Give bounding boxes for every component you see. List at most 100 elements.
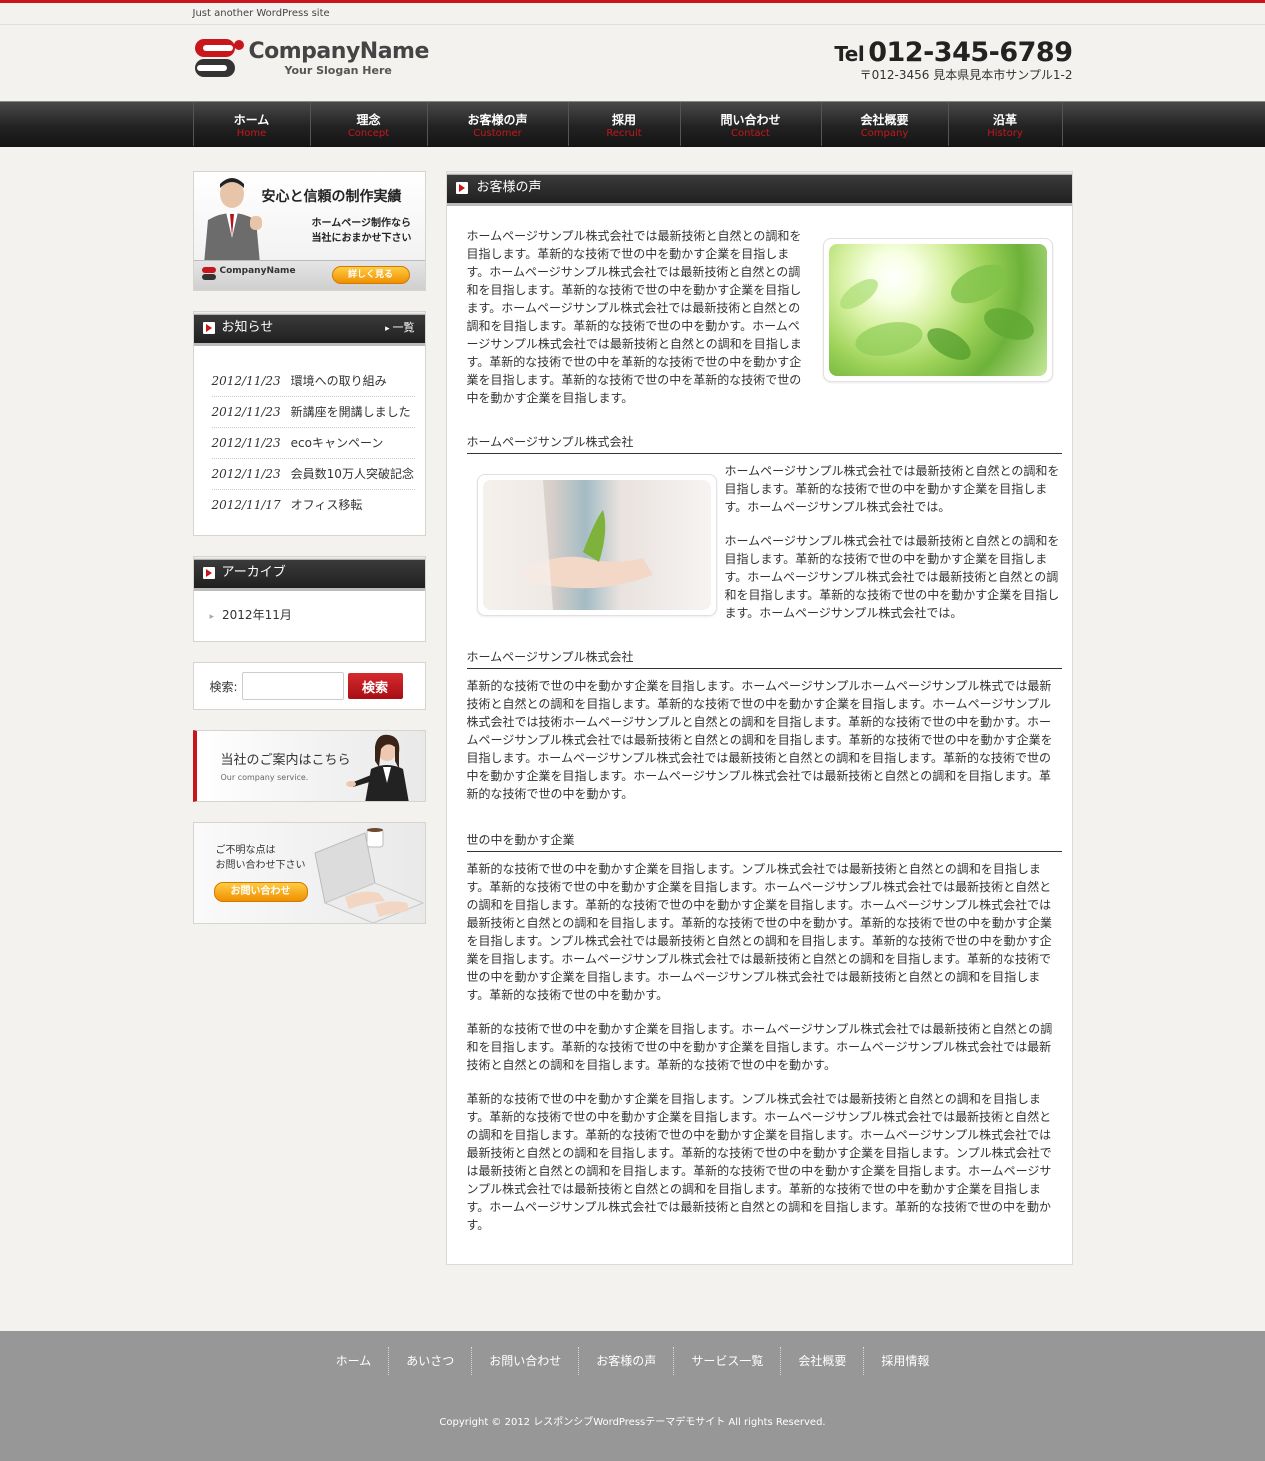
arrow-right-icon	[455, 182, 468, 194]
arrow-right-icon	[202, 567, 215, 579]
news-title: オフィス移転	[290, 498, 363, 512]
tel-label: Tel	[834, 42, 865, 66]
footer-link-contact[interactable]: お問い合わせ	[472, 1347, 580, 1375]
news-widget: お知らせ 一覧 2012/11/23 環境への取り組み 2012/11/23 新講座…	[192, 311, 426, 536]
archive-item[interactable]: 2012年11月	[210, 605, 415, 627]
laptop-typing-image	[313, 828, 424, 923]
nav-item-customer[interactable]: お客様の声 Customer	[428, 102, 569, 146]
news-title: 環境への取り組み	[290, 374, 387, 388]
contact-banner-text: ご不明な点はお問い合わせ下さい	[216, 843, 306, 873]
tagline-bar: Just another WordPress site	[0, 3, 1265, 25]
section1-paragraph-2: ホームページサンプル株式会社では最新技術と自然との調和を目指します。革新的な技術…	[724, 534, 1060, 620]
nav-label: お客様の声	[467, 113, 528, 127]
search-widget: 検索: 検索	[192, 662, 426, 710]
banner-company-info[interactable]: 当社のご案内はこちら Our company service.	[192, 730, 426, 802]
news-item[interactable]: 2012/11/23 会員数10万人突破記念	[211, 459, 415, 490]
nav-sublabel: Concept	[347, 128, 390, 139]
company-banner-subtext: Our company service.	[220, 773, 309, 782]
banner-contact[interactable]: ご不明な点はお問い合わせ下さい お問い合わせ	[192, 822, 426, 924]
site-logo[interactable]: CompanyName Your Slogan Here	[193, 37, 429, 81]
page-title: お客様の声	[476, 180, 542, 195]
nav-item-recruit[interactable]: 採用 Recruit	[569, 102, 681, 146]
news-date: 2012/11/17	[211, 498, 281, 512]
footer-link-recruit[interactable]: 採用情報	[864, 1347, 946, 1375]
news-widget-title: お知らせ	[221, 320, 274, 335]
content-header: お客様の声	[446, 172, 1072, 206]
section3-paragraph-3: 革新的な技術で世の中を動かす企業を目指します。ンプル株式会社では最新技術と自然と…	[466, 1092, 1052, 1232]
nav-item-history[interactable]: 沿革 History	[949, 102, 1063, 146]
news-item[interactable]: 2012/11/23 ecoキャンペーン	[211, 428, 415, 459]
section1-paragraph-1: ホームページサンプル株式会社では最新技術と自然との調和を目指します。革新的な技術…	[724, 464, 1060, 514]
leaves-graphic	[839, 264, 1034, 360]
news-date: 2012/11/23	[211, 436, 281, 450]
banner-headline: 安心と信頼の制作実績	[261, 189, 402, 205]
businesswoman-image	[345, 734, 409, 801]
banner-sub-line: ホームページ制作なら	[311, 218, 412, 229]
nav-sublabel: Contact	[731, 128, 770, 139]
section3-paragraph-1: 革新的な技術で世の中を動かす企業を目指します。ンプル株式会社では最新技術と自然と…	[466, 862, 1053, 1002]
nav-item-company[interactable]: 会社概要 Company	[822, 102, 949, 146]
news-date: 2012/11/23	[211, 405, 281, 419]
leaves-image	[828, 244, 1047, 376]
tel-number[interactable]: Tel 012-345-6789	[834, 37, 1073, 68]
footer-link-greeting[interactable]: あいさつ	[389, 1347, 473, 1375]
news-title: ecoキャンペーン	[290, 436, 384, 450]
leaves-photo-frame	[822, 238, 1053, 382]
hands-graphic	[482, 480, 653, 610]
nav-sublabel: History	[987, 128, 1023, 139]
banner-sub-line: 当社におまかせ下さい	[311, 233, 412, 244]
site-footer: ホーム あいさつ お問い合わせ お客様の声 サービス一覧 会社概要 採用情報 C…	[0, 1331, 1265, 1461]
nav-label: 沿革	[992, 113, 1017, 127]
hands-photo-frame	[476, 474, 717, 616]
news-title: 会員数10万人突破記念	[290, 467, 414, 481]
news-item[interactable]: 2012/11/23 新講座を開講しました	[211, 397, 415, 428]
news-widget-header: お知らせ 一覧	[193, 312, 425, 346]
nav-item-concept[interactable]: 理念 Concept	[311, 102, 428, 146]
intro-row: ホームページサンプル株式会社では最新技術と自然との調和を目指します。革新的な技術…	[467, 226, 1062, 407]
company-name: CompanyName	[248, 39, 430, 64]
contact-banner-line: ご不明な点は	[215, 845, 276, 856]
nav-sublabel: Company	[860, 128, 909, 139]
news-more-link[interactable]: 一覧	[385, 312, 415, 345]
footer-link-home[interactable]: ホーム	[319, 1347, 390, 1375]
nav-sublabel: Home	[236, 128, 267, 139]
nav-item-home[interactable]: ホーム Home	[194, 102, 311, 146]
intro-paragraph: ホームページサンプル株式会社では最新技術と自然との調和を目指します。革新的な技術…	[466, 229, 802, 405]
section2-paragraph: 革新的な技術で世の中を動かす企業を目指します。ホームページサンプルホームページサ…	[466, 679, 1053, 801]
section3-paragraph-2: 革新的な技術で世の中を動かす企業を目指します。ホームページサンプル株式会社では最…	[466, 1022, 1053, 1072]
businessman-image	[203, 178, 262, 264]
news-list: 2012/11/23 環境への取り組み 2012/11/23 新講座を開講しました …	[194, 346, 425, 535]
hands-image	[482, 480, 711, 610]
address: 〒012-3456 見本県見本市サンプル1-2	[859, 68, 1073, 82]
nav-label: 問い合わせ	[720, 113, 781, 127]
company-slogan: Your Slogan Here	[284, 64, 392, 77]
contact-banner-line: お問い合わせ下さい	[215, 860, 306, 871]
footer-link-company[interactable]: 会社概要	[781, 1347, 865, 1375]
sidebar: 安心と信頼の制作実績 ホームページ制作なら 当社におまかせ下さい CompanyN…	[192, 171, 426, 1265]
news-date: 2012/11/23	[211, 467, 281, 481]
site-tagline: Just another WordPress site	[192, 8, 330, 19]
section-title: ホームページサンプル株式会社	[466, 433, 1062, 454]
details-button[interactable]: 詳しく見る	[331, 266, 410, 284]
archive-widget-header: アーカイブ	[193, 557, 425, 591]
footer-nav: ホーム あいさつ お問い合わせ お客様の声 サービス一覧 会社概要 採用情報	[0, 1347, 1265, 1375]
arrow-right-icon	[202, 322, 215, 334]
site-header: CompanyName Your Slogan Here Tel 012-345-…	[193, 25, 1073, 101]
contact-button[interactable]: お問い合わせ	[213, 882, 308, 902]
search-label: 検索:	[209, 679, 238, 694]
nav-item-contact[interactable]: 問い合わせ Contact	[681, 102, 822, 146]
news-item[interactable]: 2012/11/23 環境への取り組み	[211, 366, 415, 397]
search-button[interactable]: 検索	[347, 673, 403, 699]
news-item[interactable]: 2012/11/17 オフィス移転	[212, 490, 415, 521]
header-contact: Tel 012-345-6789 〒012-3456 見本県見本市サンプル1-2	[834, 37, 1073, 83]
nav-label: 採用	[611, 113, 636, 127]
nav-sublabel: Customer	[473, 128, 522, 139]
search-input[interactable]	[241, 672, 344, 700]
copyright: Copyright © 2012 レスポンシブWordPressテーマデモサイト…	[439, 1417, 826, 1428]
banner-works[interactable]: 安心と信頼の制作実績 ホームページ制作なら 当社におまかせ下さい CompanyN…	[192, 171, 426, 291]
nav-sublabel: Recruit	[606, 128, 642, 139]
footer-link-services[interactable]: サービス一覧	[674, 1347, 782, 1375]
archive-list: 2012年11月	[194, 591, 425, 641]
company-banner-text: 当社のご案内はこちら	[220, 753, 351, 768]
footer-link-customer[interactable]: お客様の声	[579, 1347, 675, 1375]
